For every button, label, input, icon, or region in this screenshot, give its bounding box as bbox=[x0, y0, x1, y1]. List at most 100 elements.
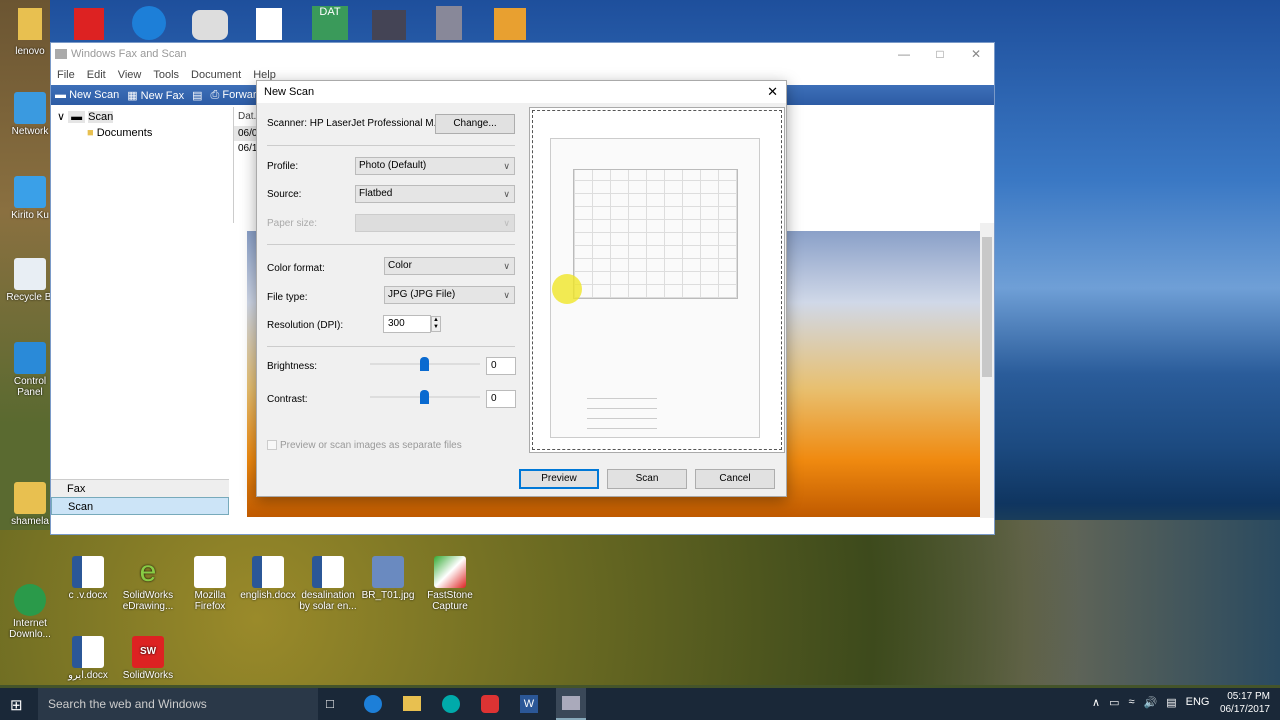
minimize-button[interactable]: — bbox=[886, 43, 922, 65]
windows-icon: ⊞ bbox=[10, 697, 23, 714]
menu-edit[interactable]: Edit bbox=[87, 69, 106, 81]
preview-button[interactable]: Preview bbox=[519, 469, 599, 489]
fax-scan-taskbar-button[interactable] bbox=[556, 688, 586, 720]
recycle-bin-icon bbox=[14, 258, 46, 290]
clock[interactable]: 05:17 PM 06/17/2017 bbox=[1220, 690, 1270, 716]
paper-size-dropdown: ∨ bbox=[355, 214, 515, 232]
battery-icon[interactable]: ▭ bbox=[1109, 696, 1119, 709]
word-doc-icon bbox=[312, 556, 344, 588]
taskbar-app-icon[interactable] bbox=[364, 695, 382, 713]
divider bbox=[267, 145, 515, 146]
separate-files-checkbox[interactable] bbox=[267, 440, 277, 450]
taskbar-app-icon[interactable] bbox=[481, 695, 499, 713]
search-box[interactable]: Search the web and Windows bbox=[38, 688, 318, 720]
source-label: Source: bbox=[267, 189, 302, 200]
scanner-label: Scanner: HP LaserJet Professional M... bbox=[267, 118, 442, 129]
brightness-label: Brightness: bbox=[267, 361, 318, 372]
tree-item-scan[interactable]: ∨ ▬ Scan bbox=[51, 107, 229, 126]
forward-button[interactable]: ⎙ Forward bbox=[210, 89, 262, 102]
source-dropdown[interactable]: Flatbed ∨ bbox=[355, 185, 515, 203]
new-scan-button[interactable]: ▬ New Scan bbox=[55, 89, 119, 101]
desktop-icon-firefox[interactable]: Mozilla Firefox bbox=[180, 556, 240, 612]
contrast-input[interactable]: 0 bbox=[486, 390, 516, 408]
start-button[interactable]: ⊞ bbox=[10, 696, 23, 714]
taskbar: ⊞ Search the web and Windows □ W ∧ ▭ ≈ 🔊… bbox=[0, 688, 1280, 720]
menu-view[interactable]: View bbox=[118, 69, 142, 81]
desktop-icon-english-docx[interactable]: english.docx bbox=[238, 556, 298, 601]
close-button[interactable]: ✕ bbox=[958, 43, 994, 65]
color-format-dropdown[interactable]: Color ∨ bbox=[384, 257, 515, 275]
window-title: Windows Fax and Scan bbox=[71, 48, 187, 60]
tree-item-documents[interactable]: ■ Documents bbox=[51, 126, 229, 139]
new-fax-button[interactable]: ▦ New Fax bbox=[127, 89, 184, 102]
view-button[interactable]: ▤ bbox=[192, 89, 202, 102]
contrast-slider-thumb[interactable] bbox=[420, 390, 429, 404]
desktop-icon-docx[interactable]: ایرو.docx bbox=[58, 636, 118, 681]
idm-icon bbox=[14, 584, 46, 616]
profile-dropdown[interactable]: Photo (Default) ∨ bbox=[355, 157, 515, 175]
word-icon[interactable]: W bbox=[520, 695, 538, 713]
app-icon[interactable] bbox=[132, 6, 166, 40]
profile-label: Profile: bbox=[267, 161, 299, 172]
file-type-label: File type: bbox=[267, 292, 308, 303]
folder-icon bbox=[14, 482, 46, 514]
preview-scrollbar[interactable] bbox=[980, 223, 994, 518]
new-scan-dialog: New Scan ✕ Scanner: HP LaserJet Professi… bbox=[256, 80, 787, 497]
cursor-highlight bbox=[552, 274, 582, 304]
desktop-icon-faststone[interactable]: FastStone Capture bbox=[420, 556, 480, 612]
image-icon[interactable] bbox=[372, 10, 406, 40]
dialog-title-bar: New Scan ✕ bbox=[257, 81, 786, 103]
taskbar-app-icon[interactable] bbox=[442, 695, 460, 713]
app-icon[interactable] bbox=[436, 6, 462, 40]
resolution-input[interactable]: 300 bbox=[383, 315, 431, 333]
nav-scan[interactable]: Scan bbox=[51, 497, 229, 515]
chevron-up-icon[interactable]: ∧ bbox=[1092, 696, 1100, 709]
maximize-button[interactable]: □ bbox=[922, 43, 958, 65]
dialog-title: New Scan bbox=[264, 86, 315, 98]
color-format-label: Color format: bbox=[267, 263, 325, 274]
chevron-down-icon: ∨ bbox=[503, 161, 510, 171]
desktop-icon-desalination[interactable]: desalination by solar en... bbox=[298, 556, 358, 612]
brightness-slider-thumb[interactable] bbox=[420, 357, 429, 371]
pdf-icon[interactable] bbox=[74, 8, 104, 40]
nav-fax[interactable]: Fax bbox=[51, 479, 229, 497]
desktop-icon-br-t01[interactable]: BR_T01.jpg bbox=[358, 556, 418, 601]
divider bbox=[267, 346, 515, 347]
wifi-icon[interactable]: ≈ bbox=[1128, 696, 1134, 709]
file-type-dropdown[interactable]: JPG (JPG File) ∨ bbox=[384, 286, 515, 304]
dialog-close-button[interactable]: ✕ bbox=[767, 81, 778, 103]
desktop-icon-cv-docx[interactable]: c .v.docx bbox=[58, 556, 118, 601]
paper-size-label: Paper size: bbox=[267, 218, 318, 229]
task-view-icon[interactable]: □ bbox=[326, 696, 334, 711]
scanner-icon: ▬ bbox=[55, 89, 66, 101]
file-explorer-icon[interactable] bbox=[403, 696, 421, 711]
file-icon[interactable] bbox=[256, 8, 282, 40]
resolution-spinner[interactable]: ▲ ▼ bbox=[431, 316, 441, 332]
cancel-button[interactable]: Cancel bbox=[695, 469, 775, 489]
divider bbox=[267, 244, 515, 245]
change-button[interactable]: Change... bbox=[435, 114, 515, 134]
gamepad-icon[interactable] bbox=[192, 10, 228, 40]
scan-button[interactable]: Scan bbox=[607, 469, 687, 489]
folder-icon[interactable] bbox=[18, 8, 42, 40]
menu-document[interactable]: Document bbox=[191, 69, 241, 81]
desktop-icon-solidworks[interactable]: SW SolidWorks bbox=[118, 636, 178, 681]
fax-app-icon bbox=[55, 49, 67, 59]
menu-file[interactable]: File bbox=[57, 69, 75, 81]
brightness-input[interactable]: 0 bbox=[486, 357, 516, 375]
word-doc-icon bbox=[72, 636, 104, 668]
dat-icon[interactable]: DAT bbox=[312, 6, 348, 40]
language-indicator[interactable]: ENG bbox=[1186, 696, 1210, 709]
word-doc-icon bbox=[252, 556, 284, 588]
desktop-icon-edrawings[interactable]: e SolidWorks eDrawing... bbox=[118, 556, 178, 613]
notifications-icon[interactable]: ▤ bbox=[1166, 696, 1176, 709]
menu-tools[interactable]: Tools bbox=[153, 69, 179, 81]
separate-files-label: Preview or scan images as separate files bbox=[280, 440, 462, 451]
window-title-bar: Windows Fax and Scan — □ ✕ bbox=[51, 43, 994, 65]
scan-preview-area[interactable] bbox=[529, 107, 785, 453]
package-icon[interactable] bbox=[494, 8, 526, 40]
volume-icon[interactable]: 🔊 bbox=[1144, 696, 1158, 709]
system-tray: ∧ ▭ ≈ 🔊 ▤ ENG bbox=[1092, 696, 1209, 709]
desktop-icon-internet-download[interactable]: Internet Downlo... bbox=[0, 584, 60, 640]
network-icon bbox=[14, 92, 46, 124]
